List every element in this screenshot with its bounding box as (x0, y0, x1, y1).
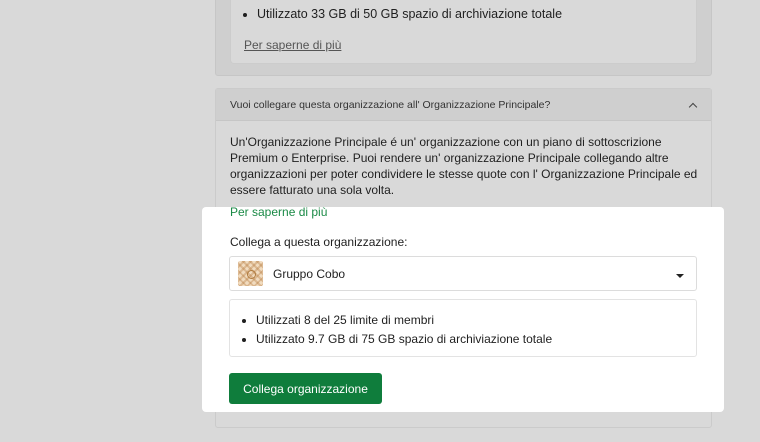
storage-usage-section: Utilizzato 33 GB di 50 GB spazio di arch… (215, 0, 712, 76)
accordion-title: Vuoi collegare questa organizzazione all… (230, 98, 551, 111)
list-item: Utilizzato 33 GB di 50 GB spazio di arch… (257, 5, 562, 23)
link-organization-panel: Per saperne di più Collega a questa orga… (202, 205, 724, 412)
organization-select[interactable]: Gruppo Cobo (229, 256, 697, 291)
organization-avatar (238, 261, 263, 286)
link-to-organization-label: Collega a questa organizzazione: (230, 235, 408, 249)
chevron-down-icon (676, 273, 684, 278)
learn-more-link[interactable]: Per saperne di più (244, 38, 341, 52)
accordion-header[interactable]: Vuoi collegare questa organizzazione all… (216, 89, 711, 121)
storage-usage-box: Utilizzato 33 GB di 50 GB spazio di arch… (230, 0, 697, 64)
accordion-description: Un'Organizzazione Principale é un' organ… (230, 135, 698, 197)
chevron-up-icon[interactable] (689, 101, 697, 109)
organization-usage-box: Utilizzati 8 del 25 limite di membri Uti… (229, 299, 697, 357)
connect-organization-button[interactable]: Collega organizzazione (229, 373, 382, 404)
selected-organization: Gruppo Cobo (273, 266, 346, 281)
list-item: Utilizzato 9.7 GB di 75 GB spazio di arc… (256, 330, 552, 349)
list-item: Utilizzati 8 del 25 limite di membri (256, 311, 552, 330)
organization-usage-list: Utilizzati 8 del 25 limite di membri Uti… (256, 311, 552, 349)
page: Utilizzato 33 GB di 50 GB spazio di arch… (0, 0, 760, 442)
learn-more-link[interactable]: Per saperne di più (230, 205, 327, 219)
storage-usage-list: Utilizzato 33 GB di 50 GB spazio di arch… (257, 5, 562, 23)
